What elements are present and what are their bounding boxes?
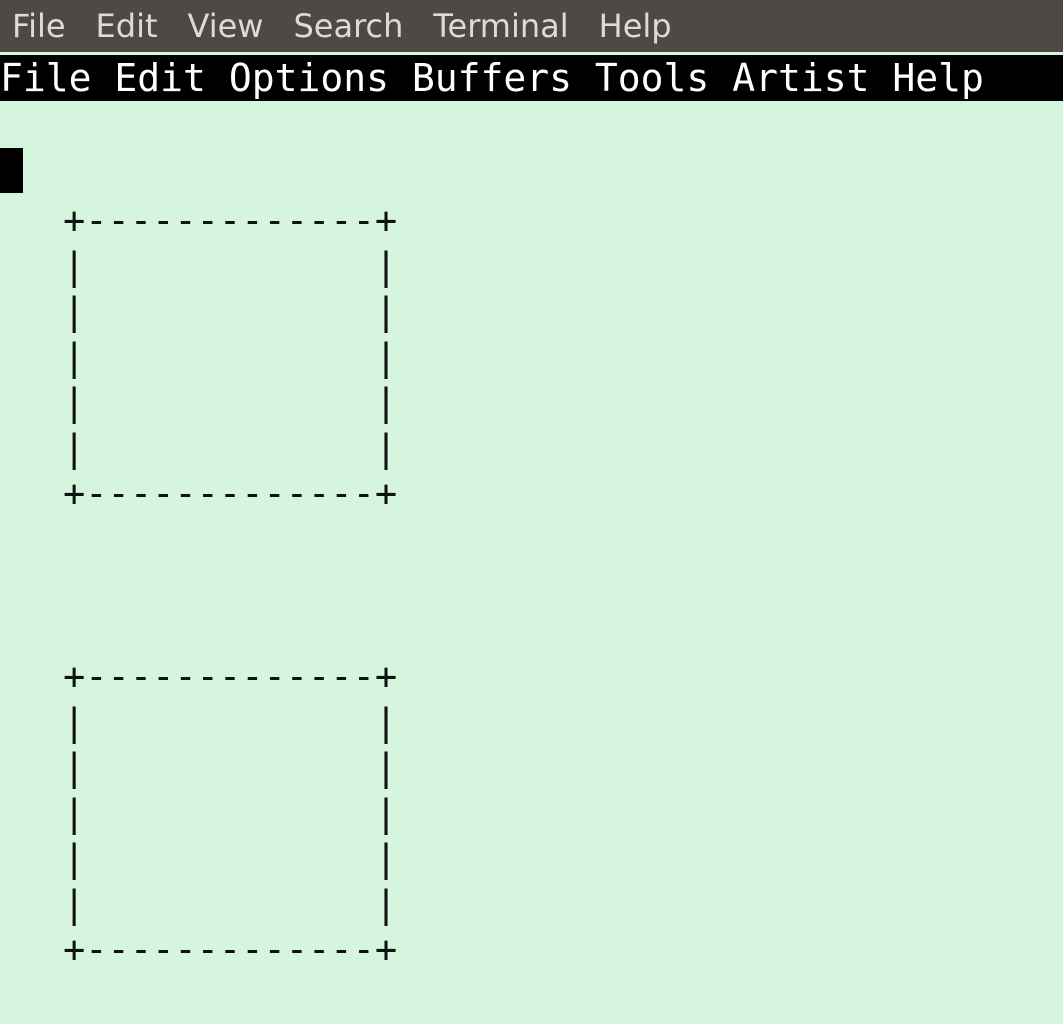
emacs-menu-buffers[interactable]: Buffers: [412, 56, 572, 100]
emacs-menu-edit[interactable]: Edit: [114, 56, 206, 100]
text-cursor: [0, 148, 23, 193]
terminal-menubar: File Edit View Search Terminal Help: [0, 0, 1063, 52]
emacs-menu-help[interactable]: Help: [892, 56, 984, 100]
terminal-menu-search[interactable]: Search: [278, 0, 418, 52]
terminal-menu-view[interactable]: View: [173, 0, 279, 52]
emacs-menu-options[interactable]: Options: [229, 56, 389, 100]
emacs-menu-file[interactable]: File: [0, 56, 92, 100]
editor-buffer[interactable]: +-------------+ | | | | | | | | | | +---…: [0, 101, 1063, 1024]
terminal-menu-terminal[interactable]: Terminal: [418, 0, 583, 52]
emacs-menu-tools[interactable]: Tools: [595, 56, 709, 100]
emacs-menubar: File Edit Options Buffers Tools Artist H…: [0, 55, 1063, 101]
ascii-rectangle: +-------------+ | | | | | | | | | | +---…: [63, 655, 398, 971]
terminal-menu-edit[interactable]: Edit: [81, 0, 173, 52]
emacs-menu-artist[interactable]: Artist: [732, 56, 869, 100]
terminal-menu-file[interactable]: File: [0, 0, 81, 52]
terminal-menu-help[interactable]: Help: [584, 0, 687, 52]
terminal-window: File Edit View Search Terminal Help File…: [0, 0, 1063, 1024]
ascii-rectangle: +-------------+ | | | | | | | | | | +---…: [63, 199, 398, 515]
